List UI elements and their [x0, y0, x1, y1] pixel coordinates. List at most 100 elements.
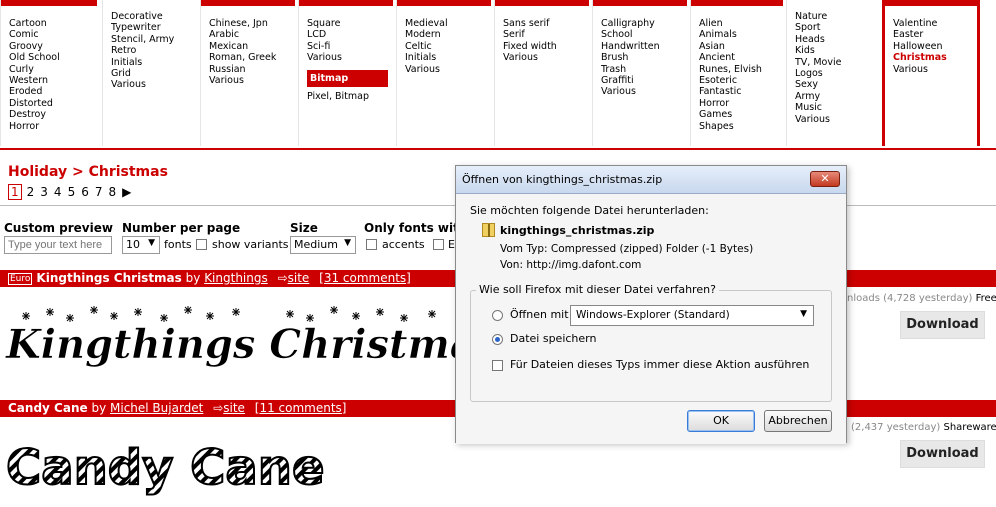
category-link[interactable]: Modern: [405, 29, 494, 40]
category-link[interactable]: Runes, Elvish: [699, 64, 786, 75]
category-link[interactable]: Easter: [893, 29, 977, 40]
download-button[interactable]: Download: [900, 440, 985, 468]
category-link[interactable]: Pixel, Bitmap: [307, 91, 396, 102]
size-select[interactable]: Medium ▼: [290, 236, 356, 254]
page-link[interactable]: 8: [107, 185, 117, 199]
number-per-page-select[interactable]: 10 ▼: [122, 236, 160, 254]
page-link[interactable]: 2: [26, 185, 36, 199]
category-link[interactable]: Horror: [699, 98, 786, 109]
category-link[interactable]: Sans serif: [503, 18, 592, 29]
open-with-select[interactable]: Windows-Explorer (Standard) ▼: [570, 305, 814, 326]
category-link[interactable]: Heads: [795, 34, 882, 45]
comments-link[interactable]: [11 comments]: [255, 401, 347, 415]
category-link[interactable]: LCD: [307, 29, 396, 40]
category-link[interactable]: Graffiti: [601, 75, 690, 86]
category-link[interactable]: Various: [795, 114, 882, 125]
category-link[interactable]: Fantastic: [699, 86, 786, 97]
open-with-label[interactable]: Öffnen mit: [510, 308, 569, 321]
cancel-button[interactable]: Abbrechen: [764, 410, 832, 432]
category-link[interactable]: Stencil, Army: [111, 34, 200, 45]
dialog-titlebar[interactable]: Öffnen von kingthings_christmas.zip ✕: [456, 166, 846, 194]
save-file-radio[interactable]: [492, 334, 503, 345]
category-link[interactable]: Calligraphy: [601, 18, 690, 29]
category-link[interactable]: Various: [307, 52, 396, 63]
category-link[interactable]: Chinese, Jpn: [209, 18, 298, 29]
category-link[interactable]: Russian: [209, 64, 298, 75]
category-link[interactable]: Curly: [9, 64, 100, 75]
category-link[interactable]: Esoteric: [699, 75, 786, 86]
category-link[interactable]: Groovy: [9, 41, 100, 52]
category-link[interactable]: Various: [405, 64, 494, 75]
category-link[interactable]: Cartoon: [9, 18, 100, 29]
category-link[interactable]: Mexican: [209, 41, 298, 52]
category-link[interactable]: Arabic: [209, 29, 298, 40]
category-link[interactable]: Christmas: [893, 52, 977, 63]
category-link[interactable]: Retro: [111, 45, 200, 56]
page-link[interactable]: 7: [94, 185, 104, 199]
category-link[interactable]: School: [601, 29, 690, 40]
always-do-this-label[interactable]: Für Dateien dieses Typs immer diese Akti…: [510, 358, 809, 371]
accents-checkbox[interactable]: [366, 239, 377, 250]
category-link[interactable]: Ancient: [699, 52, 786, 63]
category-link[interactable]: Roman, Greek: [209, 52, 298, 63]
category-link[interactable]: Trash: [601, 64, 690, 75]
site-link[interactable]: site: [223, 401, 245, 415]
category-link[interactable]: Various: [111, 79, 200, 90]
category-link[interactable]: Decorative: [111, 11, 200, 22]
category-link[interactable]: Halloween: [893, 41, 977, 52]
category-link[interactable]: Animals: [699, 29, 786, 40]
custom-preview-input[interactable]: [4, 236, 112, 254]
category-link[interactable]: Serif: [503, 29, 592, 40]
category-link[interactable]: Old School: [9, 52, 100, 63]
author-link[interactable]: Kingthings: [204, 271, 268, 285]
page-link[interactable]: 3: [39, 185, 49, 199]
category-link[interactable]: Games: [699, 109, 786, 120]
category-link[interactable]: Initials: [405, 52, 494, 63]
category-link[interactable]: Eroded: [9, 86, 100, 97]
category-link[interactable]: Comic: [9, 29, 100, 40]
category-link[interactable]: Sci-fi: [307, 41, 396, 52]
font-name[interactable]: Candy Cane: [8, 401, 88, 415]
category-link[interactable]: Alien: [699, 18, 786, 29]
category-link[interactable]: Handwritten: [601, 41, 690, 52]
category-link[interactable]: Grid: [111, 68, 200, 79]
category-link[interactable]: Shapes: [699, 121, 786, 132]
font-name[interactable]: Kingthings Christmas: [36, 271, 181, 285]
category-link[interactable]: Destroy: [9, 109, 100, 120]
page-link[interactable]: 4: [53, 185, 63, 199]
category-link[interactable]: Typewriter: [111, 22, 200, 33]
category-link[interactable]: Brush: [601, 52, 690, 63]
comments-link[interactable]: [31 comments]: [319, 271, 411, 285]
page-link[interactable]: 6: [80, 185, 90, 199]
category-link[interactable]: Various: [209, 75, 298, 86]
close-button[interactable]: ✕: [810, 171, 840, 187]
next-page-icon[interactable]: ▶: [121, 185, 132, 199]
show-variants-checkbox[interactable]: [196, 239, 207, 250]
category-link[interactable]: Square: [307, 18, 396, 29]
category-link[interactable]: Sexy: [795, 79, 882, 90]
page-link[interactable]: 5: [67, 185, 77, 199]
category-link[interactable]: Celtic: [405, 41, 494, 52]
category-link[interactable]: Valentine: [893, 18, 977, 29]
category-link[interactable]: Army: [795, 91, 882, 102]
category-link[interactable]: Horror: [9, 121, 100, 132]
category-link[interactable]: Various: [601, 86, 690, 97]
category-link[interactable]: Sport: [795, 22, 882, 33]
category-link[interactable]: TV, Movie: [795, 57, 882, 68]
category-link[interactable]: Various: [893, 64, 977, 75]
category-link[interactable]: Asian: [699, 41, 786, 52]
category-link[interactable]: Various: [503, 52, 592, 63]
category-link[interactable]: Fixed width: [503, 41, 592, 52]
save-file-label[interactable]: Datei speichern: [510, 332, 596, 345]
download-button[interactable]: Download: [900, 311, 985, 339]
category-link[interactable]: Kids: [795, 45, 882, 56]
category-link[interactable]: Nature: [795, 11, 882, 22]
category-heading-bitmap[interactable]: Bitmap: [307, 69, 389, 87]
category-link[interactable]: Western: [9, 75, 100, 86]
author-link[interactable]: Michel Bujardet: [110, 401, 203, 415]
site-link[interactable]: site: [288, 271, 310, 285]
category-link[interactable]: Distorted: [9, 98, 100, 109]
ok-button[interactable]: OK: [687, 410, 755, 432]
category-link[interactable]: Initials: [111, 57, 200, 68]
category-link[interactable]: Medieval: [405, 18, 494, 29]
